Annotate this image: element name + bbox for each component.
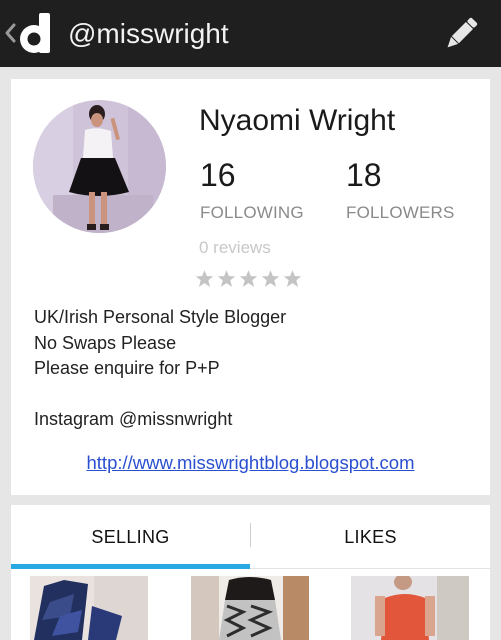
pencil-icon[interactable] xyxy=(441,14,481,54)
depop-logo-icon[interactable] xyxy=(17,11,59,55)
star-icon xyxy=(217,270,236,287)
product-thumbnail[interactable] xyxy=(351,576,469,640)
bio-line: Instagram @missnwright xyxy=(34,409,233,429)
star-icon xyxy=(283,270,302,287)
following-count[interactable]: 16 xyxy=(200,157,236,193)
followers-count[interactable]: 18 xyxy=(346,157,382,193)
coral-top-photo xyxy=(351,576,469,640)
items-section: SELLING LIKES xyxy=(11,505,490,640)
star-icon xyxy=(261,270,280,287)
bio-line: UK/Irish Personal Style Blogger xyxy=(34,307,287,327)
following-label[interactable]: FOLLOWING xyxy=(200,203,304,223)
app-bar: @misswright xyxy=(0,0,501,67)
profile-name: Nyaomi Wright xyxy=(199,104,396,137)
rating-stars xyxy=(195,269,305,291)
tabs-divider xyxy=(250,568,490,569)
website-link[interactable]: http://www.misswrightblog.blogspot.com xyxy=(11,451,490,475)
profile-bio: UK/Irish Personal Style Blogger No Swaps… xyxy=(34,305,286,433)
product-thumbnail[interactable] xyxy=(30,576,148,640)
reviews-count[interactable]: 0 reviews xyxy=(199,238,271,258)
followers-label[interactable]: FOLLOWERS xyxy=(346,203,455,223)
bio-line xyxy=(34,382,286,408)
profile-card: Nyaomi Wright 16 FOLLOWING 18 FOLLOWERS … xyxy=(11,79,490,495)
active-tab-indicator xyxy=(11,564,250,569)
blue-dress-photo xyxy=(30,576,148,640)
product-thumbnail[interactable] xyxy=(191,576,309,640)
chevron-left-icon[interactable] xyxy=(4,20,18,46)
profile-username: @misswright xyxy=(68,18,229,49)
bio-line: Please enquire for P+P xyxy=(34,358,220,378)
star-icon xyxy=(239,270,258,287)
avatar-photo xyxy=(33,100,166,233)
patterned-trousers-photo xyxy=(191,576,309,640)
tab-likes[interactable]: LIKES xyxy=(251,505,490,569)
avatar[interactable] xyxy=(33,100,166,233)
tab-selling[interactable]: SELLING xyxy=(11,505,250,569)
bio-line: No Swaps Please xyxy=(34,332,177,353)
star-icon xyxy=(195,270,214,287)
